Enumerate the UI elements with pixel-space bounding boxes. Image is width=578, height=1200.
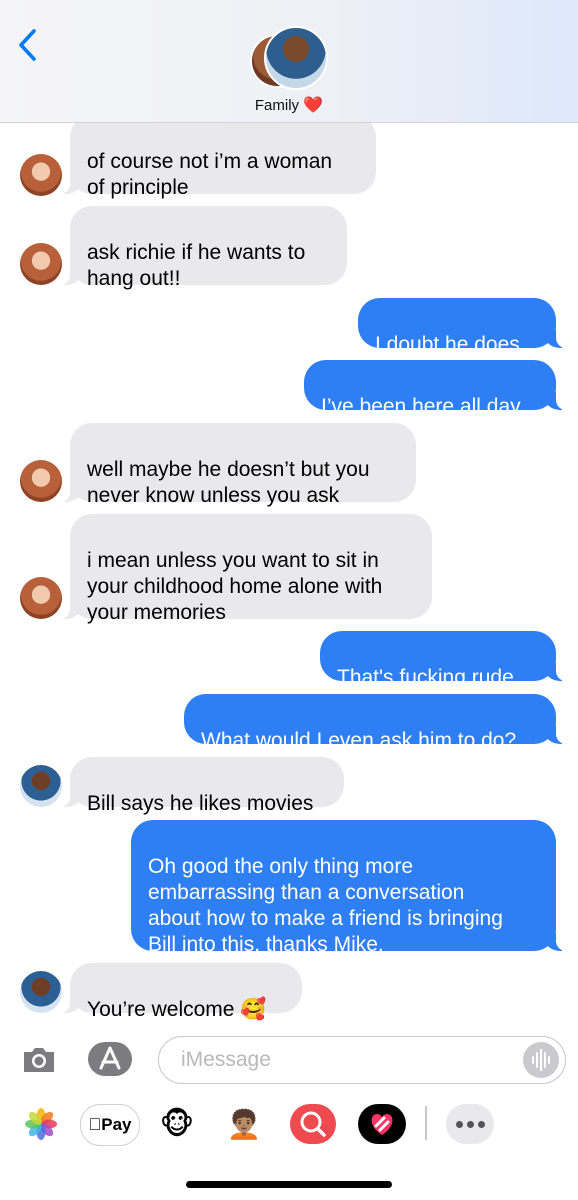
monkey-icon: 🐵 — [159, 1107, 195, 1141]
more-apps-icon — [446, 1104, 494, 1144]
message-input-field[interactable] — [158, 1036, 566, 1084]
sender-avatar[interactable] — [20, 577, 62, 619]
message-text: You’re welcome 🥰 — [87, 998, 267, 1021]
message-text: Oh good the only thing more embarrassing… — [148, 855, 503, 956]
photos-app-icon — [25, 1108, 57, 1140]
sender-avatar[interactable] — [20, 154, 62, 196]
image-search-icon — [290, 1104, 336, 1144]
sender-avatar[interactable] — [20, 460, 62, 502]
incoming-message-bubble[interactable]: Bill says he likes movies — [58, 757, 344, 815]
outgoing-message-bubble[interactable]: I doubt he does. — [358, 298, 568, 356]
memoji-icon: 🧑🏽‍🦱 — [226, 1108, 262, 1140]
camera-button[interactable] — [20, 1042, 58, 1076]
memoji-stickers-button[interactable]: 🧑🏽‍🦱 — [220, 1104, 268, 1144]
apple-pay-label: Pay — [89, 1115, 132, 1134]
fitness-app-button[interactable] — [358, 1104, 406, 1144]
message-text: That's fucking rude. — [337, 666, 520, 689]
incoming-message-bubble[interactable]: well maybe he doesn’t but you never know… — [58, 423, 416, 507]
message-text: of course not i’m a woman of principle — [87, 150, 333, 199]
fitness-heart-icon — [358, 1104, 406, 1144]
message-text: I’ve been here all day. — [321, 395, 525, 418]
audio-waveform-icon — [532, 1049, 550, 1071]
camera-icon — [24, 1048, 54, 1072]
chevron-left-icon — [19, 29, 36, 61]
outgoing-message-bubble[interactable]: Oh good the only thing more embarrassing… — [131, 820, 568, 956]
incoming-message-bubble[interactable]: of course not i’m a woman of principle — [58, 123, 376, 199]
group-title[interactable]: Family ❤️ — [0, 95, 578, 115]
more-apps-button[interactable] — [444, 1104, 496, 1144]
sender-avatar[interactable] — [20, 243, 62, 285]
app-drawer: Pay 🐵 🧑🏽‍🦱 — [0, 1100, 578, 1156]
composer-bar — [0, 1028, 578, 1100]
group-name: Family — [254, 97, 300, 114]
incoming-message-bubble[interactable]: ask richie if he wants to hang out!! — [58, 206, 347, 290]
message-text: i mean unless you want to sit in your ch… — [87, 549, 383, 624]
heart-emoji: ❤️ — [303, 97, 324, 114]
sender-avatar[interactable] — [20, 765, 62, 807]
member-avatar — [264, 26, 328, 90]
incoming-message-bubble[interactable]: i mean unless you want to sit in your ch… — [58, 514, 432, 624]
outgoing-message-bubble[interactable]: What would I even ask him to do? — [184, 694, 568, 752]
message-text: What would I even ask him to do? — [201, 729, 517, 752]
message-text: I doubt he does. — [375, 333, 526, 356]
back-button[interactable] — [14, 28, 44, 62]
message-text: well maybe he doesn’t but you never know… — [87, 458, 370, 507]
tray-divider — [425, 1106, 427, 1140]
message-text: ask richie if he wants to hang out!! — [87, 241, 306, 290]
message-input[interactable] — [179, 1043, 523, 1077]
image-search-button[interactable] — [289, 1104, 337, 1144]
outgoing-message-bubble[interactable]: I’ve been here all day. — [304, 360, 568, 418]
audio-message-button[interactable] — [523, 1042, 559, 1078]
message-text: Bill says he likes movies — [87, 792, 314, 815]
animoji-button[interactable]: 🐵 — [153, 1104, 201, 1144]
conversation-header: Family ❤️ — [0, 0, 578, 123]
message-list[interactable]: of course not i’m a woman of principle a… — [0, 123, 578, 1028]
sender-avatar[interactable] — [20, 971, 62, 1013]
app-store-button[interactable] — [88, 1042, 132, 1076]
group-avatar[interactable] — [250, 26, 328, 90]
apple-pay-button[interactable]: Pay — [80, 1104, 140, 1146]
home-indicator[interactable] — [186, 1181, 392, 1188]
photos-app-button[interactable] — [17, 1104, 65, 1144]
outgoing-message-bubble[interactable]: That's fucking rude. — [320, 631, 568, 689]
incoming-message-bubble[interactable]: You’re welcome 🥰 — [58, 963, 302, 1021]
app-store-icon — [88, 1042, 132, 1076]
